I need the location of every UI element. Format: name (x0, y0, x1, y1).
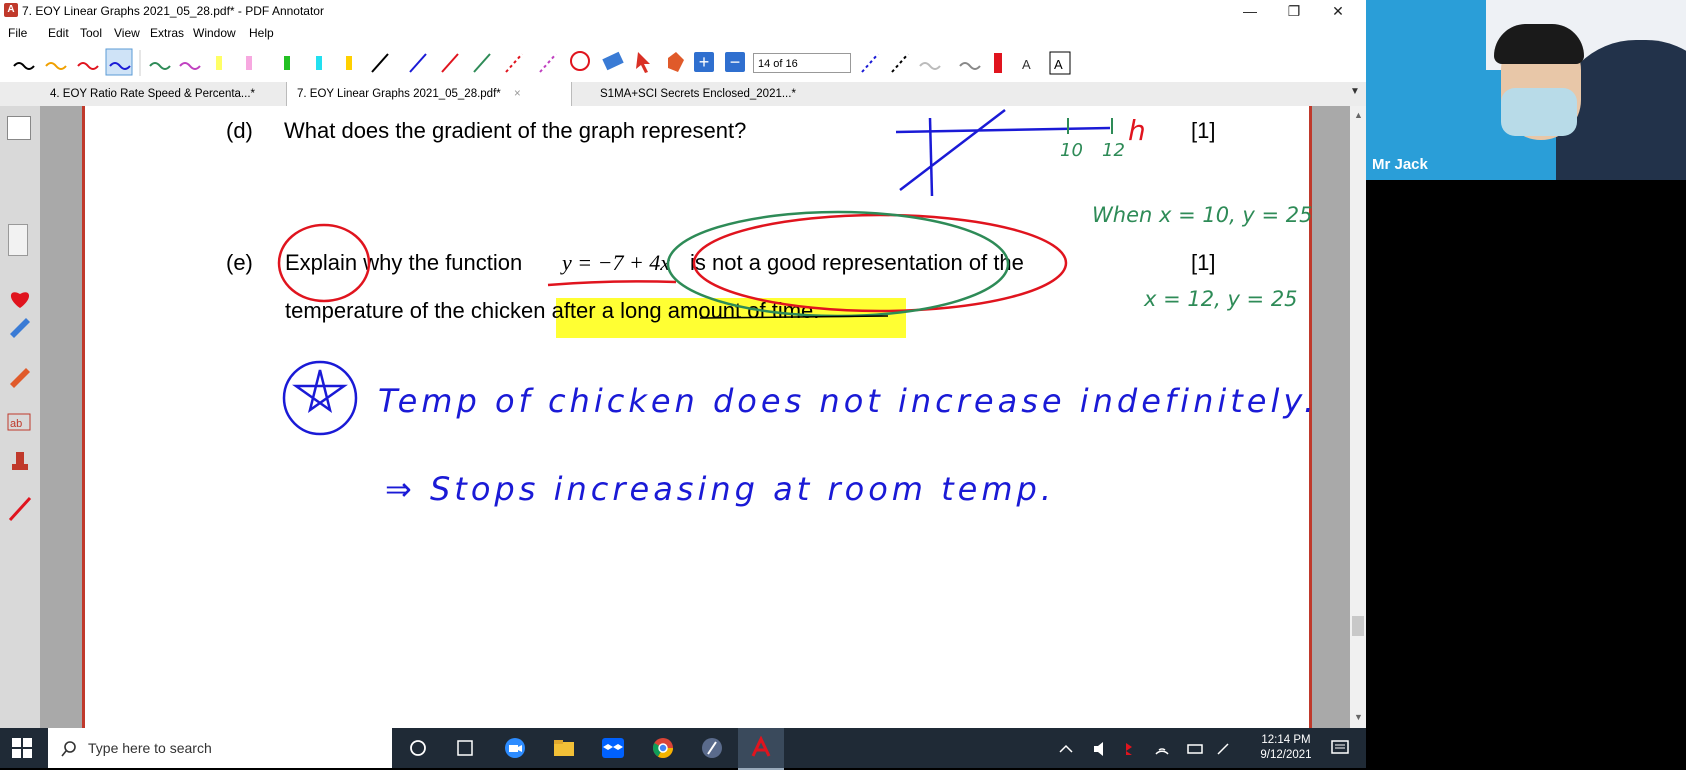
clock-date: 9/12/2021 (1260, 749, 1312, 761)
ink-axis-12: 12 (1102, 140, 1125, 161)
ink-red-underline (547, 280, 677, 287)
ink-blue-line-1: Temp of chicken does not increase indefi… (378, 382, 1318, 420)
scroll-up-icon[interactable]: ▲ (1354, 110, 1363, 120)
ink-red-circle-explain (277, 223, 371, 303)
dropbox-icon[interactable] (600, 736, 626, 760)
vertical-scrollbar[interactable]: ▲ ▼ (1350, 106, 1366, 728)
webcam-feed (1366, 0, 1686, 180)
taskbar: Type here to search 12:14 PM 9/12/2021 (0, 728, 1366, 770)
star-icon (292, 369, 348, 413)
notifications-icon[interactable] (1330, 738, 1350, 758)
scroll-thumb[interactable] (1352, 616, 1364, 636)
system-tray (1059, 742, 1229, 756)
ink-axis-10: 10 (1060, 140, 1083, 161)
cortana-icon[interactable] (405, 736, 431, 760)
zoom-app-icon[interactable] (502, 736, 528, 760)
ink-green-note-2: x = 12, y = 25 (1143, 287, 1298, 311)
task-view-icon[interactable] (452, 736, 478, 760)
ink-green-note-1: When x = 10, y = 25 (1092, 203, 1313, 227)
battery-icon (1187, 744, 1203, 754)
person-hair (1494, 24, 1584, 64)
ink-h-label: h (1128, 114, 1146, 147)
file-explorer-icon[interactable] (551, 736, 577, 760)
clock-time: 12:14 PM (1261, 734, 1311, 746)
face-mask (1501, 88, 1577, 136)
ink-red-ellipse (692, 213, 1068, 313)
ink-blue-line-2: ⇒ Stops increasing at room temp. (385, 470, 1055, 508)
volume-icon (1094, 742, 1103, 756)
app-icon-feather[interactable] (699, 736, 725, 760)
ink-annotations: 10 12 h When x = 10, y = 25 x = 12, y = … (277, 109, 1318, 508)
search-placeholder: Type here to search (88, 740, 212, 756)
pdf-annotator-taskbar-button[interactable] (738, 728, 784, 770)
scroll-down-icon[interactable]: ▼ (1354, 712, 1363, 722)
pen-tray-icon (1217, 743, 1229, 755)
network-icon (1155, 748, 1169, 755)
chrome-icon[interactable] (650, 736, 676, 760)
search-icon (61, 741, 76, 757)
ink-green-ellipse (666, 210, 1010, 318)
pdf-annotator-icon (751, 736, 771, 757)
system-clock[interactable]: 12:14 PM 9/12/2021 (1255, 733, 1317, 763)
ink-strike-line (699, 315, 889, 319)
windows-start-icon[interactable] (12, 738, 32, 758)
dropbox-tray-icon (1126, 743, 1132, 755)
participant-name: Mr Jack (1372, 156, 1428, 173)
tray-chevron-icon (1059, 744, 1073, 753)
